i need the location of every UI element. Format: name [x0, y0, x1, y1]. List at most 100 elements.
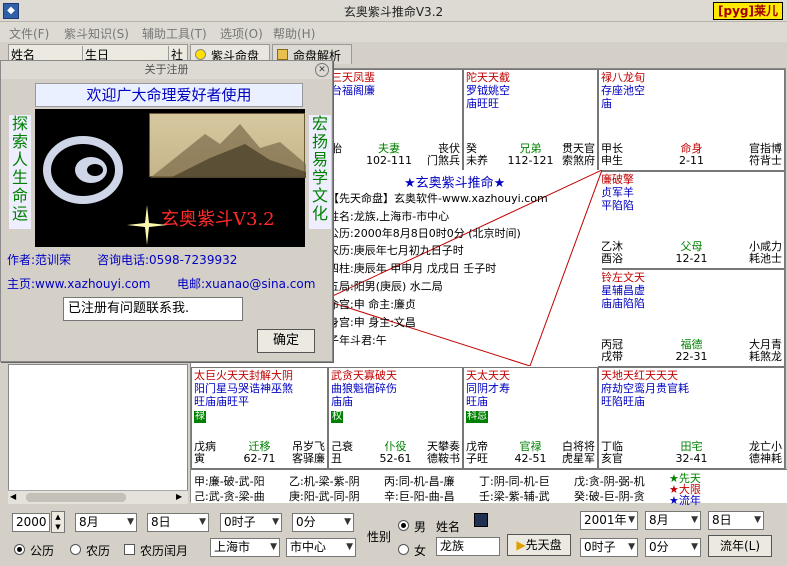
banner-title: 玄奥紫斗V3.2 [161, 209, 275, 230]
female-radio[interactable] [398, 544, 409, 555]
palace-stars: 陀天天截 罗钺姚空 庙旺旺 [466, 71, 510, 110]
day-select[interactable]: 8日 [147, 513, 209, 532]
name-label: 姓名 [436, 520, 461, 534]
palace-gods-2: 德神耗 [749, 452, 782, 465]
save-icon[interactable] [474, 513, 488, 527]
year-spinner[interactable]: ▲ ▼ [51, 511, 65, 533]
welcome-banner: 欢迎广大命理爱好者使用 [35, 83, 303, 107]
menu-bar: 文件(F) 紫斗知识(S) 辅助工具(T) 选项(O) 帮助(H) [0, 22, 787, 42]
solar-radio[interactable] [14, 544, 25, 555]
author-label: 作者:范训荣 [7, 253, 72, 267]
stem-entry: 甲:廉-破-武-阳 [194, 475, 265, 488]
menu-options[interactable]: 选项(O) [220, 25, 263, 42]
male-label: 男 [414, 520, 427, 534]
palace-range: 2-11 [679, 154, 704, 167]
folder-icon [277, 49, 288, 60]
menu-tools[interactable]: 辅助工具(T) [142, 25, 207, 42]
palace-phase: 亥官 [601, 452, 623, 465]
natal-chart-button[interactable]: ▶先天盘 [507, 534, 571, 556]
info-line: 身宫:申 身主:文昌 [328, 316, 416, 329]
transform-badge: 科忌 [466, 411, 488, 423]
palace-fortune[interactable]: 铃左文天 星辅昌虚 庙庙陷陷 丙冠 戌带 福德 22-31 大月青 耗煞龙 [598, 269, 785, 367]
palace-stars: 天太天天 同阴才寿 旺庙 [466, 369, 510, 408]
palace-range: 22-31 [675, 350, 708, 363]
horizontal-scrollbar[interactable]: ◀ ▶ [8, 490, 188, 504]
stem-entry: 癸:破-巨-阴-贪 [574, 490, 645, 503]
palace-gods-2: 虎星军 [562, 452, 595, 465]
palace-spouse-stars[interactable]: 三天凤蜚 台福阁廉 胎 夫妻 102-111 丧伏 门煞兵 [328, 69, 463, 171]
stem-entry: 壬:梁-紫-辅-武 [479, 490, 550, 503]
stem-entry: 乙:机-梁-紫-阴 [289, 475, 360, 488]
palace-travel[interactable]: 太巨火天天封解大阴 阳门星马哭诰神巫煞 旺庙庙旺平 禄 戊病 寅 迁移 62-71 … [191, 367, 328, 469]
palace-stars: 太巨火天天封解大阴 阳门星马哭诰神巫煞 旺庙庙旺平 [194, 369, 293, 408]
slogan-left: 探索人生命运 [9, 115, 31, 229]
scroll-right-icon[interactable]: ▶ [176, 492, 186, 502]
lunar-leap-checkbox[interactable] [124, 544, 135, 555]
chart-title: ★玄奥紫斗推命★ [404, 176, 506, 191]
palace-gods-2: 耗池士 [749, 252, 782, 265]
city-select[interactable]: 上海市 [210, 538, 280, 557]
registration-dialog: 关于注册 ✕ 欢迎广大命理爱好者使用 探索人生命运 宏扬易学文化 玄奥紫斗V3.… [0, 60, 333, 362]
palace-phase: 申生 [601, 154, 623, 167]
name-input[interactable]: 龙族 [436, 537, 500, 556]
palace-gods-2: 符背士 [749, 154, 782, 167]
district-select[interactable]: 市中心 [286, 538, 356, 557]
palace-phase: 戌带 [601, 350, 623, 363]
flow-day-select[interactable]: 8日 [708, 511, 764, 530]
palace-range: 12-21 [675, 252, 708, 265]
transform-badge: 禄 [194, 411, 206, 423]
info-line: 命宫:申 命主:廉贞 [328, 298, 416, 311]
flow-hour-select[interactable]: 0时子 [580, 538, 638, 557]
homepage-link[interactable]: 主页:www.xazhouyi.com [7, 275, 150, 292]
email-link[interactable]: 电邮:xuanao@sina.com [177, 275, 315, 292]
lunar-leap-label: 农历闰月 [140, 544, 189, 558]
landscape-painting [149, 113, 306, 178]
legend-year: ★流年 [669, 494, 701, 507]
scroll-left-icon[interactable]: ◀ [10, 492, 20, 502]
info-line: 姓名:龙族,上海市-市中心 [328, 210, 450, 223]
flow-month-select[interactable]: 8月 [645, 511, 701, 530]
sparkle-icon [127, 205, 167, 245]
hour-select[interactable]: 0时子 [220, 513, 282, 532]
flow-minute-select[interactable]: 0分 [645, 538, 701, 557]
slogan-right: 宏扬易学文化 [309, 115, 331, 229]
minute-select[interactable]: 0分 [292, 513, 354, 532]
scroll-thumb[interactable] [26, 493, 126, 502]
menu-help[interactable]: 帮助(H) [273, 25, 315, 42]
palace-property[interactable]: 天地天红天天天 府劫空鸾月贵官耗 旺陷旺庙 丁临 亥官 田宅 32-41 龙亡小 德… [598, 367, 785, 469]
stem-entry: 庚:阳-武-同-阴 [289, 490, 360, 503]
menu-knowledge[interactable]: 紫斗知识(S) [64, 25, 129, 42]
female-label: 女 [414, 544, 427, 558]
records-list[interactable] [8, 364, 188, 504]
lunar-radio[interactable] [70, 544, 81, 555]
registration-status-field[interactable]: 已注册有问题联系我. [63, 297, 243, 321]
year-input[interactable]: 2000 [12, 513, 50, 532]
chart-center-info: ★玄奥紫斗推命★ 【先天命盘】玄奥软件-www.xazhouyi.com 姓名:… [324, 170, 602, 366]
palace-gods-2: 索煞府 [562, 154, 595, 167]
palace-range: 42-51 [514, 452, 547, 465]
palace-gods-2: 耗煞龙 [749, 350, 782, 363]
palace-range: 62-71 [243, 452, 276, 465]
info-line: 农历:庚辰年七月初九日子时 [328, 244, 464, 257]
transform-badge: 权 [331, 411, 343, 423]
palace-servants[interactable]: 武贪天寡破天 曲狼魁宿碎伤 庙庙 权 己衰 丑 仆役 52-61 天攀奏 德鞍书 [328, 367, 463, 469]
stem-entry: 辛:巨-阳-曲-昌 [384, 490, 455, 503]
stem-entry: 己:武-贪-梁-曲 [194, 490, 265, 503]
flow-year-select[interactable]: 2001年 [580, 511, 638, 530]
palace-gods-2: 德鞍书 [427, 452, 460, 465]
ok-button[interactable]: 确定 [257, 329, 315, 353]
month-select[interactable]: 8月 [75, 513, 137, 532]
palace-range: 52-61 [379, 452, 412, 465]
palace-parents[interactable]: 廉破擎 贞军羊 平陷陷 乙沐 酉浴 父母 12-21 小咸力 耗池士 [598, 171, 785, 269]
close-icon[interactable]: ✕ [315, 63, 329, 77]
palace-siblings[interactable]: 陀天天截 罗钺姚空 庙旺旺 癸 未养 兄弟 112-121 贯天官 索煞府 [463, 69, 598, 171]
male-radio[interactable] [398, 520, 409, 531]
menu-file[interactable]: 文件(F) [9, 25, 49, 42]
palace-phase: 寅 [194, 452, 205, 465]
info-line: 【先天命盘】玄奥软件-www.xazhouyi.com [328, 192, 548, 205]
annual-flow-button[interactable]: 流年(L) [708, 535, 772, 557]
palace-phase: 丑 [331, 452, 342, 465]
palace-career[interactable]: 天太天天 同阴才寿 旺庙 科忌 戊帝 子旺 官禄 42-51 白将将 虎星军 [463, 367, 598, 469]
splash-banner: 玄奥紫斗V3.2 [35, 109, 306, 247]
palace-life[interactable]: 禄八龙旬 存座池空庙 甲长 申生 命身 2-11 官指博 符背士 [598, 69, 785, 171]
